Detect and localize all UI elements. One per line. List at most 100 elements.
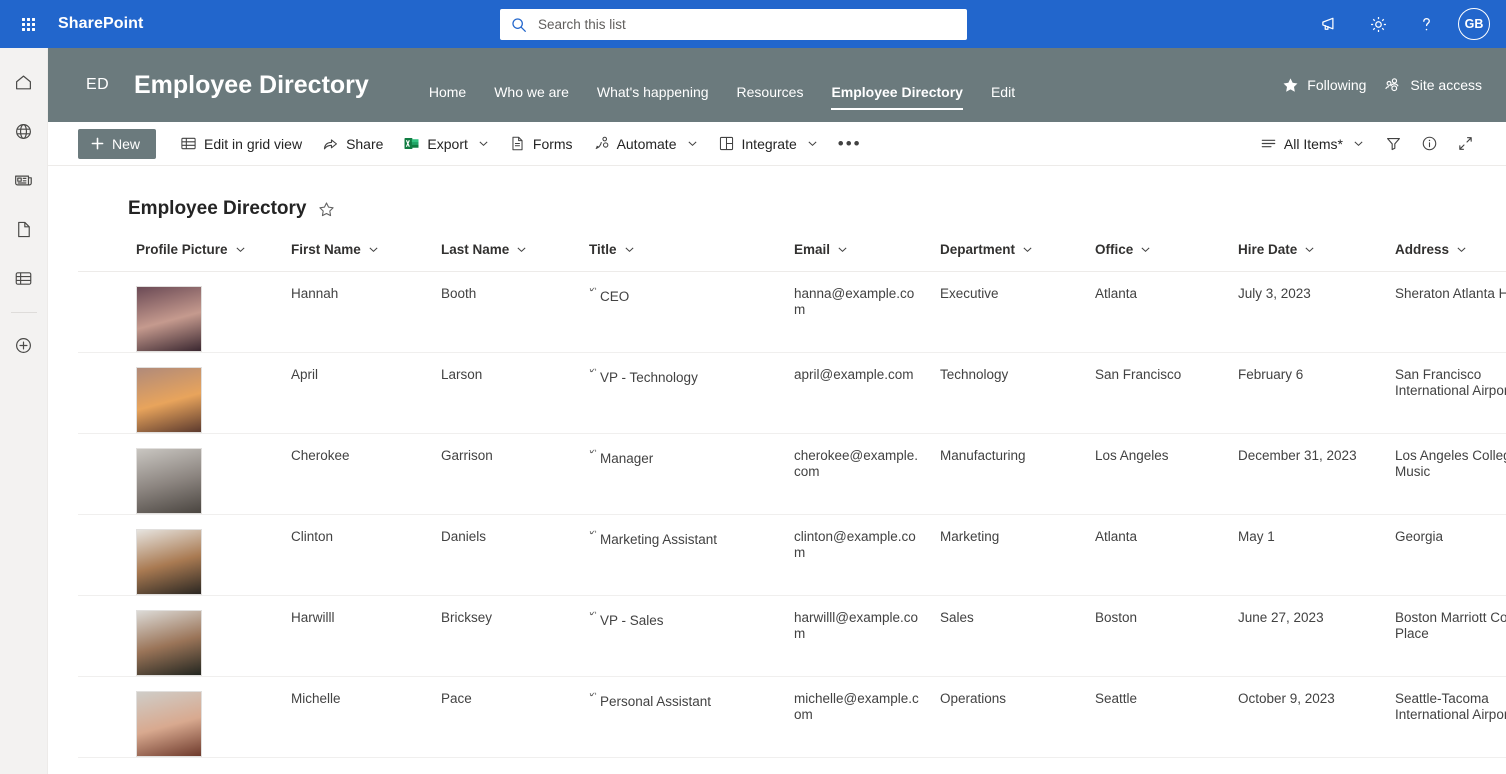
- profile-picture-cell[interactable]: [128, 596, 283, 677]
- title-cell[interactable]: Marketing Assistant: [581, 515, 786, 596]
- megaphone-icon[interactable]: [1308, 2, 1352, 46]
- address-cell[interactable]: Sheraton Atlanta Ho: [1387, 272, 1506, 353]
- star-outline-icon[interactable]: [318, 201, 335, 218]
- column-header-last-name[interactable]: Last Name: [433, 242, 581, 272]
- filter-icon[interactable]: [1376, 128, 1410, 160]
- last-name-cell[interactable]: Garrison: [433, 434, 581, 515]
- column-header-department[interactable]: Department: [932, 242, 1087, 272]
- department-cell[interactable]: Technology: [932, 353, 1087, 434]
- nav-item-who-we-are[interactable]: Who we are: [480, 83, 583, 110]
- address-cell[interactable]: San Francisco International Airport: [1387, 353, 1506, 434]
- office-cell[interactable]: Seattle: [1087, 677, 1230, 758]
- app-launcher-icon[interactable]: [10, 6, 46, 42]
- home-icon[interactable]: [4, 62, 44, 102]
- address-cell[interactable]: Los Angeles College Music: [1387, 434, 1506, 515]
- profile-picture-thumbnail[interactable]: [136, 367, 202, 433]
- hire-date-cell[interactable]: February 6: [1230, 353, 1387, 434]
- last-name-cell[interactable]: Bricksey: [433, 596, 581, 677]
- forms-button[interactable]: Forms: [499, 128, 583, 160]
- table-row[interactable]: HarwilllBrickseyVP - Salesharwilll@examp…: [78, 596, 1506, 677]
- last-name-cell[interactable]: Booth: [433, 272, 581, 353]
- department-cell[interactable]: Manufacturing: [932, 434, 1087, 515]
- sharepoint-brand[interactable]: SharePoint: [58, 15, 143, 33]
- department-cell[interactable]: Executive: [932, 272, 1087, 353]
- office-cell[interactable]: San Francisco: [1087, 353, 1230, 434]
- profile-picture-cell[interactable]: [128, 677, 283, 758]
- first-name-cell[interactable]: April: [283, 353, 433, 434]
- title-cell[interactable]: VP - Technology: [581, 353, 786, 434]
- email-cell[interactable]: harwilll@example.com: [786, 596, 932, 677]
- table-row[interactable]: CherokeeGarrisonManagercherokee@example.…: [78, 434, 1506, 515]
- site-title[interactable]: Employee Directory: [134, 71, 369, 100]
- nav-item-employee-directory[interactable]: Employee Directory: [817, 83, 977, 110]
- overflow-menu-button[interactable]: •••: [828, 128, 872, 160]
- row-select-cell[interactable]: [78, 353, 128, 434]
- profile-picture-thumbnail[interactable]: [136, 529, 202, 595]
- export-button[interactable]: Export: [393, 128, 498, 160]
- site-logo[interactable]: ED: [86, 76, 134, 94]
- automate-button[interactable]: Automate: [583, 128, 708, 160]
- column-header-office[interactable]: Office: [1087, 242, 1230, 272]
- row-select-cell[interactable]: [78, 596, 128, 677]
- first-name-cell[interactable]: Michelle: [283, 677, 433, 758]
- new-button[interactable]: New: [78, 129, 156, 159]
- share-button[interactable]: Share: [312, 128, 393, 160]
- email-cell[interactable]: cherokee@example.com: [786, 434, 932, 515]
- profile-picture-thumbnail[interactable]: [136, 286, 202, 352]
- email-cell[interactable]: hanna@example.com: [786, 272, 932, 353]
- document-icon[interactable]: [4, 209, 44, 249]
- email-cell[interactable]: april@example.com: [786, 353, 932, 434]
- table-row[interactable]: MichellePacePersonal Assistantmichelle@e…: [78, 677, 1506, 758]
- news-icon[interactable]: [4, 160, 44, 200]
- office-cell[interactable]: Los Angeles: [1087, 434, 1230, 515]
- row-select-cell[interactable]: [78, 677, 128, 758]
- profile-picture-cell[interactable]: [128, 434, 283, 515]
- title-cell[interactable]: Manager: [581, 434, 786, 515]
- row-select-cell[interactable]: [78, 272, 128, 353]
- view-selector-button[interactable]: All Items*: [1250, 128, 1374, 160]
- following-button[interactable]: Following: [1282, 77, 1366, 94]
- title-cell[interactable]: VP - Sales: [581, 596, 786, 677]
- help-icon[interactable]: [1404, 2, 1448, 46]
- first-name-cell[interactable]: Hannah: [283, 272, 433, 353]
- last-name-cell[interactable]: Daniels: [433, 515, 581, 596]
- address-cell[interactable]: Georgia: [1387, 515, 1506, 596]
- profile-picture-thumbnail[interactable]: [136, 691, 202, 757]
- globe-icon[interactable]: [4, 111, 44, 151]
- table-row[interactable]: ClintonDanielsMarketing Assistantclinton…: [78, 515, 1506, 596]
- department-cell[interactable]: Operations: [932, 677, 1087, 758]
- department-cell[interactable]: Sales: [932, 596, 1087, 677]
- column-header-title[interactable]: Title: [581, 242, 786, 272]
- office-cell[interactable]: Atlanta: [1087, 272, 1230, 353]
- column-header-email[interactable]: Email: [786, 242, 932, 272]
- email-cell[interactable]: clinton@example.com: [786, 515, 932, 596]
- search-box[interactable]: [500, 9, 967, 40]
- avatar[interactable]: GB: [1458, 8, 1490, 40]
- profile-picture-thumbnail[interactable]: [136, 448, 202, 514]
- gear-icon[interactable]: [1356, 2, 1400, 46]
- profile-picture-cell[interactable]: [128, 353, 283, 434]
- last-name-cell[interactable]: Pace: [433, 677, 581, 758]
- first-name-cell[interactable]: Harwilll: [283, 596, 433, 677]
- first-name-cell[interactable]: Clinton: [283, 515, 433, 596]
- nav-item-edit[interactable]: Edit: [977, 83, 1029, 110]
- info-icon[interactable]: [1412, 128, 1446, 160]
- first-name-cell[interactable]: Cherokee: [283, 434, 433, 515]
- column-header-address[interactable]: Address: [1387, 242, 1506, 272]
- last-name-cell[interactable]: Larson: [433, 353, 581, 434]
- profile-picture-cell[interactable]: [128, 515, 283, 596]
- row-select-cell[interactable]: [78, 515, 128, 596]
- nav-item-resources[interactable]: Resources: [723, 83, 818, 110]
- search-input[interactable]: [538, 17, 957, 32]
- page-title[interactable]: Employee Directory: [128, 198, 306, 220]
- hire-date-cell[interactable]: December 31, 2023: [1230, 434, 1387, 515]
- title-cell[interactable]: Personal Assistant: [581, 677, 786, 758]
- site-access-button[interactable]: Site access: [1384, 76, 1482, 94]
- address-cell[interactable]: Seattle-Tacoma International Airport: [1387, 677, 1506, 758]
- list-icon[interactable]: [4, 258, 44, 298]
- hire-date-cell[interactable]: July 3, 2023: [1230, 272, 1387, 353]
- add-icon[interactable]: [4, 325, 44, 365]
- hire-date-cell[interactable]: May 1: [1230, 515, 1387, 596]
- hire-date-cell[interactable]: June 27, 2023: [1230, 596, 1387, 677]
- table-row[interactable]: HannahBoothCEOhanna@example.comExecutive…: [78, 272, 1506, 353]
